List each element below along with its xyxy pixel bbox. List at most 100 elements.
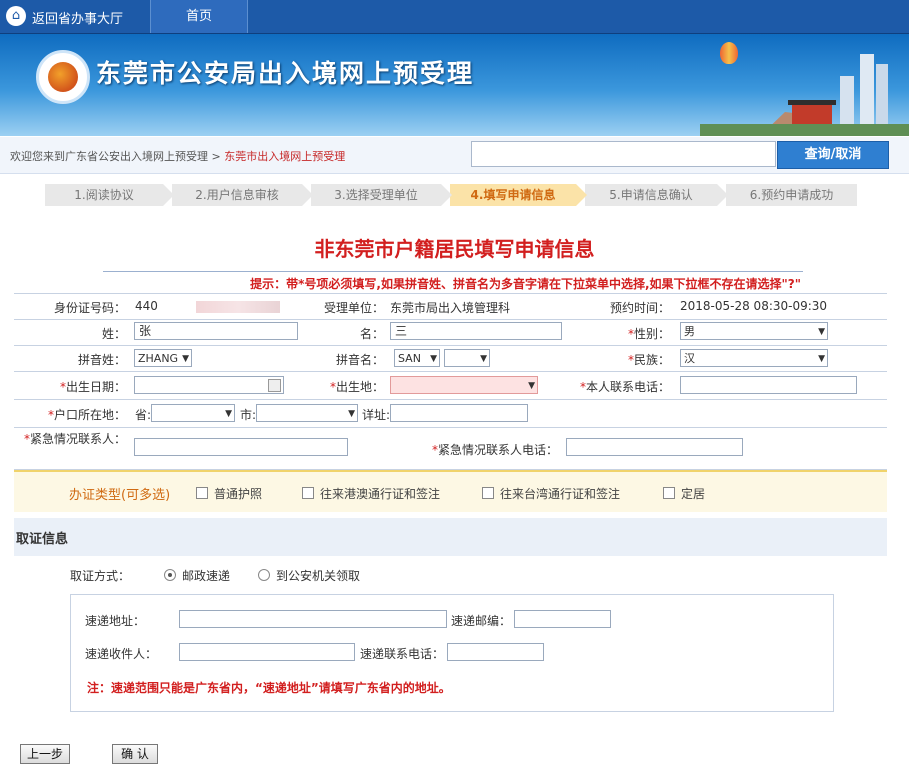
- city-select[interactable]: ▼: [256, 404, 358, 422]
- chevron-down-icon: ▼: [818, 354, 825, 364]
- express-recipient-input[interactable]: [179, 643, 355, 661]
- phone-label: *本人联系电话：: [579, 380, 670, 394]
- given-name-label: 名：: [359, 327, 384, 341]
- home-icon[interactable]: ⌂: [6, 6, 26, 26]
- emergency-phone-input[interactable]: [566, 438, 743, 456]
- city-skyline-illustration: [700, 54, 909, 136]
- radio-bureau-pickup[interactable]: 到公安机关领取: [258, 567, 360, 584]
- phone-input[interactable]: [680, 376, 857, 394]
- form-row-emergency: *紧急情况联系人： *紧急情况联系人电话：: [14, 427, 887, 470]
- express-contact-label: 速递联系电话：: [360, 647, 445, 661]
- chevron-down-icon: ▼: [480, 354, 487, 364]
- radio-postal-express[interactable]: 邮政速递: [164, 567, 230, 584]
- pinyin-name-label: 拼音名：: [335, 353, 384, 367]
- step-5: 5.申请信息确认: [585, 184, 728, 206]
- checkbox-hk-macao-permit[interactable]: 往来港澳通行证和签注: [302, 485, 440, 502]
- breadcrumb-root[interactable]: 欢迎您来到广东省公安出入境网上预受理: [10, 150, 208, 163]
- police-logo: [36, 50, 90, 104]
- checkbox-taiwan-permit[interactable]: 往来台湾通行证和签注: [482, 485, 620, 502]
- id-value: 440: [135, 299, 158, 313]
- pinyin-name-select-2[interactable]: ▼: [444, 349, 490, 367]
- given-name-input[interactable]: 三: [390, 322, 562, 340]
- step-3: 3.选择受理单位: [311, 184, 452, 206]
- pickup-section-title: 取证信息: [16, 532, 69, 547]
- breadcrumb-bar: 欢迎您来到广东省公安出入境网上预受理 > 东莞市出入境网上预受理 查询/取消: [0, 137, 909, 174]
- emergency-contact-input[interactable]: [134, 438, 348, 456]
- express-contact-input[interactable]: [447, 643, 544, 661]
- birthplace-select[interactable]: ▼: [390, 376, 538, 394]
- application-form: 身份证号码： 440 受理单位： 东莞市局出入境管理科 预约时间： 2018-0…: [14, 293, 887, 470]
- progress-steps: 1.阅读协议 2.用户信息审核 3.选择受理单位 4.填写申请信息 5.申请信息…: [45, 184, 857, 206]
- express-address-input[interactable]: [179, 610, 447, 628]
- form-row-id: 身份证号码： 440 受理单位： 东莞市局出入境管理科 预约时间： 2018-0…: [14, 294, 887, 320]
- detail-address-input[interactable]: [390, 404, 528, 422]
- express-postcode-input[interactable]: [514, 610, 611, 628]
- pinyin-surname-select[interactable]: ZHANG ▼: [134, 349, 192, 367]
- checkbox-settlement[interactable]: 定居: [663, 485, 705, 502]
- chevron-down-icon: ▼: [348, 409, 355, 419]
- id-label: 身份证号码：: [53, 301, 126, 315]
- form-row-name: 姓： 张 名： 三 *性别： 男 ▼: [14, 319, 887, 346]
- breadcrumb-current: 东莞市出入境网上预受理: [224, 150, 346, 163]
- step-4-current: 4.填写申请信息: [450, 184, 587, 206]
- confirm-button[interactable]: 确 认: [112, 744, 158, 764]
- document-type-label: 办证类型(可多选): [69, 488, 171, 503]
- pickup-method-label: 取证方式：: [70, 569, 131, 583]
- calendar-icon[interactable]: [268, 379, 281, 392]
- breadcrumb: 欢迎您来到广东省公安出入境网上预受理 > 东莞市出入境网上预受理: [10, 148, 345, 164]
- chevron-down-icon: ▼: [430, 354, 437, 364]
- emergency-contact-label: *紧急情况联系人：: [23, 432, 126, 446]
- emergency-phone-label: *紧急情况联系人电话：: [431, 443, 558, 457]
- detail-address-label: 详址:: [362, 408, 391, 422]
- birthdate-input[interactable]: [134, 376, 284, 394]
- search-input[interactable]: [471, 141, 776, 167]
- bottom-actions: 上一步 确 认: [0, 736, 909, 771]
- city-label: 市:: [240, 408, 257, 422]
- chevron-down-icon: ▼: [182, 354, 189, 364]
- home-tab[interactable]: 首页: [150, 0, 248, 33]
- query-cancel-button[interactable]: 查询/取消: [777, 141, 889, 169]
- pickup-section-header: 取证信息: [14, 518, 887, 556]
- express-postcode-label: 速递邮编：: [451, 614, 512, 628]
- site-title: 东莞市公安局出入境网上预受理: [96, 59, 475, 88]
- chevron-down-icon: ▼: [225, 409, 232, 419]
- divider: [103, 271, 803, 272]
- redacted-id: [196, 301, 280, 313]
- province-label: 省:: [135, 408, 152, 422]
- form-hint: 提示：带*号项必须填写,如果拼音姓、拼音名为多音字请在下拉菜单中选择,如果下拉框…: [250, 277, 801, 291]
- checkbox-ordinary-passport[interactable]: 普通护照: [196, 485, 262, 502]
- step-6: 6.预约申请成功: [726, 184, 857, 206]
- prev-step-button[interactable]: 上一步: [20, 744, 70, 764]
- hukou-label: *户口所在地：: [47, 408, 126, 422]
- breadcrumb-separator: >: [211, 150, 221, 163]
- express-address-label: 速递地址：: [85, 614, 146, 628]
- step-1: 1.阅读协议: [45, 184, 174, 206]
- birthplace-label: *出生地：: [329, 380, 384, 394]
- step-2: 2.用户信息审核: [172, 184, 313, 206]
- unit-label: 受理单位：: [323, 301, 384, 315]
- top-nav-bar: ⌂ 返回省办事大厅 首页: [0, 0, 909, 34]
- surname-input[interactable]: 张: [134, 322, 298, 340]
- ethnicity-label: *民族：: [627, 353, 670, 367]
- form-row-pinyin: 拼音姓： ZHANG ▼ 拼音名： SAN ▼ ▼ *民族： 汉 ▼: [14, 345, 887, 372]
- time-label: 预约时间：: [609, 301, 670, 315]
- gender-select[interactable]: 男 ▼: [680, 322, 828, 340]
- unit-value: 东莞市局出入境管理科: [390, 301, 511, 315]
- document-type-section: 办证类型(可多选) 普通护照 往来港澳通行证和签注 往来台湾通行证和签注 定居: [14, 470, 887, 512]
- chevron-down-icon: ▼: [818, 327, 825, 337]
- ethnicity-select[interactable]: 汉 ▼: [680, 349, 828, 367]
- surname-label: 姓：: [101, 327, 126, 341]
- pinyin-name-select[interactable]: SAN ▼: [394, 349, 440, 367]
- province-select[interactable]: ▼: [151, 404, 235, 422]
- header-banner: 东莞市公安局出入境网上预受理: [0, 34, 909, 136]
- express-recipient-label: 速递收件人：: [85, 647, 158, 661]
- pinyin-surname-label: 拼音姓：: [77, 353, 126, 367]
- back-to-hall-link[interactable]: 返回省办事大厅: [32, 8, 123, 27]
- chevron-down-icon: ▼: [528, 381, 535, 391]
- express-note: 注：速递范围只能是广东省内，“速递地址”请填写广东省内的地址。: [87, 681, 451, 695]
- gender-label: *性别：: [627, 327, 670, 341]
- form-row-birth: *出生日期： *出生地： ▼ *本人联系电话：: [14, 371, 887, 400]
- form-title: 非东莞市户籍居民填写申请信息: [314, 237, 595, 261]
- time-value: 2018-05-28 08:30-09:30: [680, 299, 828, 313]
- express-delivery-panel: 速递地址： 速递邮编： 速递收件人： 速递联系电话： 注：速递范围只能是广东省内…: [70, 594, 834, 712]
